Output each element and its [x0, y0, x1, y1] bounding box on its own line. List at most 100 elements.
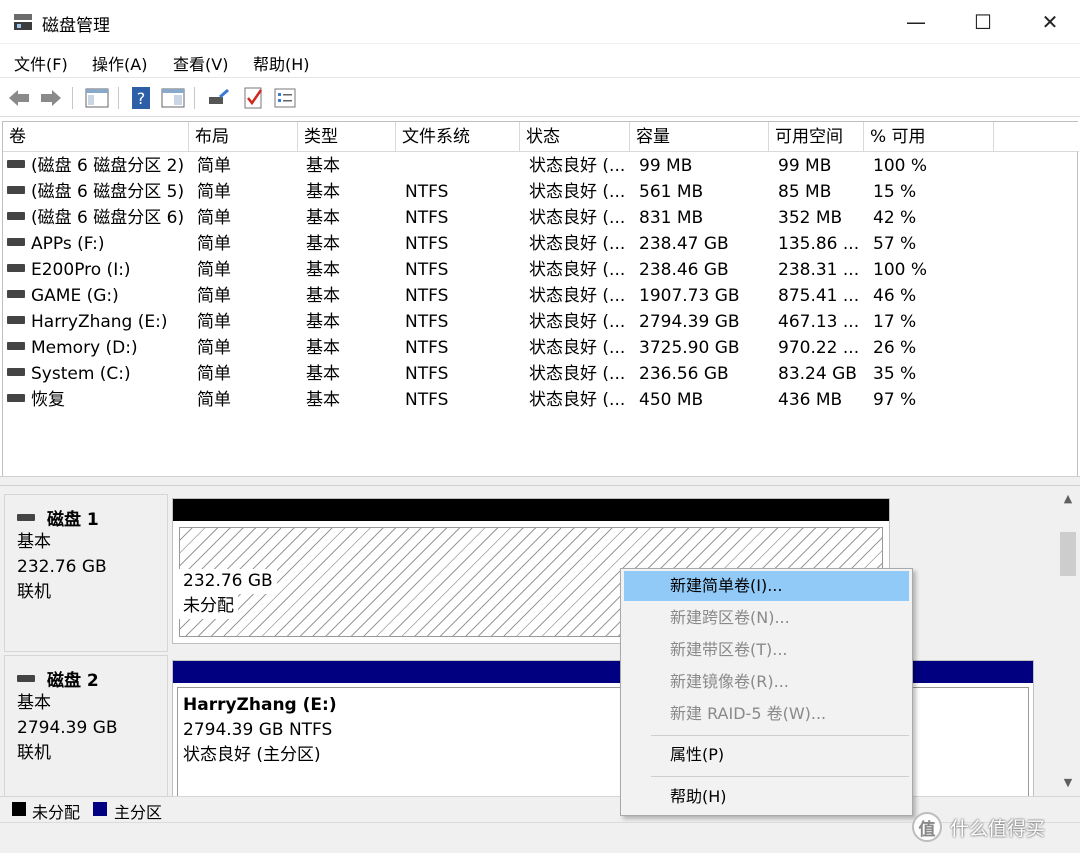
partition-label: HarryZhang (E:) — [179, 693, 341, 718]
menu-help[interactable]: 帮助(H) — [253, 51, 310, 75]
table-row[interactable]: (磁盘 6 磁盘分区 2) 简单 基本 状态良好 (... 99 MB 99 MB 100 … — [3, 153, 1079, 179]
pane-splitter[interactable] — [0, 476, 1080, 486]
cell-type: 基本 — [306, 260, 340, 280]
column-capacity[interactable]: 容量 — [630, 122, 769, 152]
cell-free-space: 970.22 ... — [778, 338, 860, 358]
volume-icon — [7, 368, 25, 376]
volume-list[interactable]: 卷 布局 类型 文件系统 状态 容量 可用空间 % 可用 (磁盘 6 磁盘分区 … — [2, 121, 1079, 481]
scroll-thumb[interactable] — [1060, 532, 1076, 576]
view-icon[interactable] — [160, 85, 186, 111]
cell-capacity: 238.46 GB — [639, 260, 729, 280]
menu-new-mirrored-volume[interactable]: 新建镜像卷(R)... — [624, 667, 909, 697]
disk-name: 磁盘 2 — [47, 671, 99, 691]
cell-status: 状态良好 (... — [529, 156, 626, 176]
table-row[interactable]: E200Pro (I:) 简单 基本 NTFS 状态良好 (... 238.46 GB 23… — [3, 257, 1079, 283]
cell-type: 基本 — [306, 390, 340, 410]
table-row[interactable]: System (C:) 简单 基本 NTFS 状态良好 (... 236.56 GB 83.… — [3, 361, 1079, 387]
volume-name: System (C:) — [31, 364, 131, 384]
console-tree-icon[interactable] — [84, 85, 110, 111]
cell-filesystem: NTFS — [405, 364, 449, 384]
menu-file[interactable]: 文件(F) — [14, 51, 68, 75]
cell-percent-free: 100 % — [873, 156, 928, 176]
menu-separator — [651, 735, 909, 736]
volume-icon — [7, 316, 25, 324]
volume-name: APPs (F:) — [31, 234, 105, 254]
column-free-space[interactable]: 可用空间 — [769, 122, 864, 152]
cell-status: 状态良好 (... — [529, 364, 626, 384]
column-filesystem[interactable]: 文件系统 — [396, 122, 520, 152]
volume-name: (磁盘 6 磁盘分区 6) — [31, 208, 185, 228]
cell-type: 基本 — [306, 364, 340, 384]
table-row[interactable]: (磁盘 6 磁盘分区 6) 简单 基本 NTFS 状态良好 (... 831 MB 352 … — [3, 205, 1079, 231]
forward-icon[interactable] — [38, 85, 64, 111]
cell-type: 基本 — [306, 182, 340, 202]
table-row[interactable]: Memory (D:) 简单 基本 NTFS 状态良好 (... 3725.90 GB 97… — [3, 335, 1079, 361]
volume-name: HarryZhang (E:) — [31, 312, 168, 332]
cell-layout: 简单 — [197, 312, 231, 332]
cell-status: 状态良好 (... — [529, 182, 626, 202]
disk-1-label[interactable]: 磁盘 1 基本 232.76 GB 联机 — [4, 494, 168, 652]
cell-filesystem: NTFS — [405, 208, 449, 228]
menu-new-raid5-volume[interactable]: 新建 RAID-5 卷(W)... — [624, 699, 909, 729]
cell-percent-free: 100 % — [873, 260, 928, 280]
disk-map-scrollbar[interactable]: ▲ ▼ — [1056, 486, 1080, 796]
back-icon[interactable] — [6, 85, 32, 111]
table-row[interactable]: GAME (G:) 简单 基本 NTFS 状态良好 (... 1907.73 GB 875.… — [3, 283, 1079, 309]
cell-volume: APPs (F:) — [7, 231, 189, 257]
cell-percent-free: 46 % — [873, 286, 917, 306]
cell-volume: System (C:) — [7, 361, 189, 387]
cell-filesystem — [405, 153, 519, 179]
column-layout[interactable]: 布局 — [189, 122, 298, 152]
menu-action[interactable]: 操作(A) — [92, 51, 147, 75]
disk-type: 基本 — [17, 693, 51, 713]
menu-new-striped-volume[interactable]: 新建带区卷(T)... — [624, 635, 909, 665]
disk-type: 基本 — [17, 532, 51, 552]
menu-new-spanned-volume[interactable]: 新建跨区卷(N)... — [624, 603, 909, 633]
cell-filesystem: NTFS — [405, 234, 449, 254]
table-row[interactable]: APPs (F:) 简单 基本 NTFS 状态良好 (... 238.47 GB 135.8… — [3, 231, 1079, 257]
table-row[interactable]: HarryZhang (E:) 简单 基本 NTFS 状态良好 (... 2794.39 … — [3, 309, 1079, 335]
window-title: 磁盘管理 — [42, 16, 110, 36]
menu-help-item[interactable]: 帮助(H) — [624, 782, 909, 812]
unallocated-swatch — [12, 802, 26, 816]
cell-filesystem: NTFS — [405, 260, 449, 280]
cell-filesystem: NTFS — [405, 390, 449, 410]
cell-free-space: 238.31 ... — [778, 260, 860, 280]
cell-percent-free: 35 % — [873, 364, 917, 384]
cell-volume: GAME (G:) — [7, 283, 189, 309]
disk-icon — [17, 675, 35, 682]
table-row[interactable]: (磁盘 6 磁盘分区 5) 简单 基本 NTFS 状态良好 (... 561 MB 85 M… — [3, 179, 1079, 205]
maximize-button[interactable]: ☐ — [963, 8, 1003, 36]
scroll-down-icon[interactable]: ▼ — [1056, 772, 1080, 794]
cell-filesystem: NTFS — [405, 338, 449, 358]
cell-status: 状态良好 (... — [529, 234, 626, 254]
disk-size: 232.76 GB — [17, 557, 107, 577]
menu-view[interactable]: 查看(V) — [173, 51, 228, 75]
properties-icon[interactable] — [272, 85, 298, 111]
cell-capacity: 450 MB — [639, 390, 704, 410]
disk-2-label[interactable]: 磁盘 2 基本 2794.39 GB 联机 — [4, 655, 168, 796]
cell-volume: (磁盘 6 磁盘分区 5) — [7, 179, 189, 205]
column-status[interactable]: 状态 — [520, 122, 630, 152]
volume-icon — [7, 394, 25, 402]
cell-layout: 简单 — [197, 390, 231, 410]
connect-icon[interactable] — [206, 85, 232, 111]
help-icon[interactable]: ? — [128, 85, 154, 111]
close-button[interactable]: ✕ — [1030, 8, 1070, 36]
cell-type: 基本 — [306, 312, 340, 332]
column-volume[interactable]: 卷 — [3, 122, 189, 152]
cell-layout: 简单 — [197, 156, 231, 176]
disk-state: 联机 — [17, 743, 51, 763]
column-type[interactable]: 类型 — [298, 122, 396, 152]
scroll-up-icon[interactable]: ▲ — [1056, 488, 1080, 510]
table-row[interactable]: 恢复 简单 基本 NTFS 状态良好 (... 450 MB 436 MB 97 % — [3, 387, 1079, 413]
minimize-button[interactable]: — — [896, 8, 936, 36]
check-icon[interactable] — [240, 85, 266, 111]
volume-icon — [7, 238, 25, 246]
cell-percent-free: 42 % — [873, 208, 917, 228]
column-percent-free[interactable]: % 可用 — [864, 122, 994, 152]
toolbar-separator — [194, 87, 195, 109]
volume-icon — [7, 186, 25, 194]
menu-new-simple-volume[interactable]: 新建简单卷(I)... — [624, 571, 909, 601]
menu-properties[interactable]: 属性(P) — [624, 740, 909, 770]
